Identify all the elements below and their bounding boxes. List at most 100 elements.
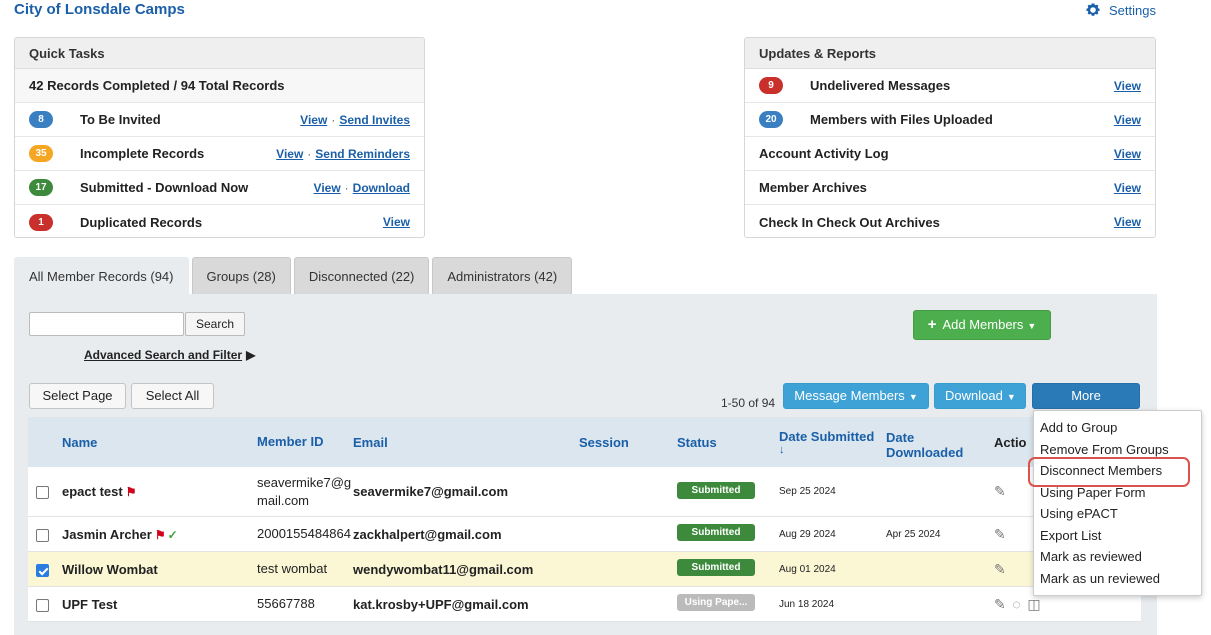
- view-link[interactable]: View: [1114, 181, 1141, 195]
- menu-item-mark-reviewed[interactable]: Mark as reviewed: [1034, 546, 1201, 568]
- column-date-downloaded[interactable]: Date Downloaded: [886, 424, 994, 460]
- row-checkbox[interactable]: [36, 528, 49, 542]
- table-row[interactable]: Jasmin Archer ⚑ ✓ 2000155484864 zackhalper…: [28, 517, 1141, 552]
- edit-icon[interactable]: ✎: [994, 526, 1009, 542]
- comment-add-icon[interactable]: ◌: [1012, 596, 1023, 612]
- task-label: Incomplete Records: [80, 146, 205, 161]
- status-badge: Submitted: [677, 559, 755, 576]
- view-link[interactable]: View: [300, 113, 327, 127]
- search-button[interactable]: Search: [185, 312, 245, 336]
- settings-link[interactable]: Settings: [1085, 2, 1156, 18]
- date-submitted: Aug 01 2024: [779, 563, 836, 575]
- gear-icon: [1086, 3, 1100, 16]
- menu-item-using-epact[interactable]: Using ePACT: [1034, 503, 1201, 525]
- quick-task-row: 8 To Be Invited View · Send Invites: [15, 103, 424, 137]
- row-checkbox[interactable]: [36, 598, 49, 612]
- count-badge: 1: [29, 213, 53, 231]
- row-checkbox[interactable]: [36, 563, 49, 577]
- view-link[interactable]: View: [383, 215, 410, 229]
- send-reminders-link[interactable]: Send Reminders: [315, 147, 410, 161]
- select-page-button[interactable]: Select Page: [29, 383, 126, 409]
- task-label: Duplicated Records: [80, 214, 203, 230]
- tab-administrators[interactable]: Administrators (42): [432, 257, 573, 295]
- column-date-submitted[interactable]: Date Submitted ↓: [779, 429, 886, 456]
- member-name[interactable]: epact test: [62, 484, 123, 499]
- menu-item-export-list[interactable]: Export List: [1034, 525, 1201, 547]
- highlight-box: [1028, 457, 1190, 487]
- check-circle-icon: ✓: [167, 527, 178, 542]
- update-row: Check In Check Out Archives View: [745, 205, 1155, 237]
- quick-tasks-title: Quick Tasks: [15, 38, 424, 69]
- site-title[interactable]: City of Lonsdale Camps: [14, 1, 185, 18]
- view-link[interactable]: View: [314, 181, 341, 195]
- more-actions-button[interactable]: More Actions▼: [1032, 383, 1140, 427]
- column-name[interactable]: Name: [62, 435, 257, 450]
- quick-task-row: 17 Submitted - Download Now View · Downloa…: [15, 171, 424, 205]
- caret-down-icon: ▼: [1027, 321, 1037, 331]
- flag-icon: ⚑: [154, 527, 166, 542]
- date-submitted: Sep 25 2024: [779, 486, 836, 497]
- table-row[interactable]: Willow Wombat test wombat wendywombat11@…: [28, 552, 1141, 587]
- count-badge: 20: [759, 111, 783, 128]
- view-link[interactable]: View: [1114, 113, 1141, 127]
- column-email[interactable]: Email: [353, 435, 579, 450]
- status-badge: Using Pape...: [677, 594, 755, 611]
- update-label: Member Archives: [759, 180, 867, 195]
- table-header: Name Member ID Email Session Status Date…: [28, 417, 1141, 467]
- task-label: Submitted - Download Now: [80, 180, 249, 195]
- column-session[interactable]: Session: [579, 435, 677, 450]
- column-member-id[interactable]: Member ID: [257, 433, 353, 451]
- select-all-button[interactable]: Select All: [131, 383, 214, 409]
- arrow-down-icon: ↓: [779, 443, 785, 456]
- member-tabs: All Member Records (94) Groups (28) Disc…: [14, 257, 573, 295]
- tab-all-member-records[interactable]: All Member Records (94): [14, 257, 189, 295]
- message-members-button[interactable]: Message Members ▼: [783, 383, 929, 409]
- file-add-icon[interactable]: ◫: [1027, 596, 1043, 612]
- task-label: To Be Invited: [80, 112, 161, 127]
- menu-item-add-to-group[interactable]: Add to Group: [1034, 417, 1201, 439]
- status-badge: Submitted: [677, 524, 755, 541]
- menu-item-mark-unreviewed[interactable]: Mark as un reviewed: [1034, 568, 1201, 590]
- download-link[interactable]: Download: [353, 181, 410, 195]
- table-row[interactable]: epact test ⚑ seavermike7@g mail.com seaver…: [28, 467, 1141, 517]
- member-name[interactable]: UPF Test: [62, 597, 117, 612]
- tab-groups[interactable]: Groups (28): [191, 257, 291, 295]
- plus-icon: +: [927, 316, 937, 333]
- settings-label: Settings: [1109, 2, 1156, 18]
- member-email: kat.krosby+UPF@gmail.com: [353, 596, 529, 612]
- view-link[interactable]: View: [1114, 79, 1141, 93]
- tab-disconnected[interactable]: Disconnected (22): [293, 257, 430, 295]
- table-row[interactable]: UPF Test 55667788 kat.krosby+UPF@gmail.c…: [28, 587, 1141, 622]
- record-count: 1-50 of 94: [721, 396, 776, 410]
- member-id: 2000155484864: [257, 526, 351, 541]
- member-email: wendywombat11@gmail.com: [353, 561, 534, 577]
- member-email: zackhalpert@gmail.com: [353, 526, 502, 542]
- search-input[interactable]: [29, 312, 184, 336]
- members-table: Name Member ID Email Session Status Date…: [28, 417, 1141, 622]
- view-link[interactable]: View: [1114, 147, 1141, 161]
- download-button[interactable]: Download ▼: [934, 383, 1026, 409]
- more-actions-menu: Add to Group Remove From Groups Disconne…: [1033, 410, 1202, 596]
- edit-icon[interactable]: ✎: [994, 596, 1009, 612]
- updates-reports-panel: Updates & Reports 9 Undelivered Messages…: [744, 37, 1156, 238]
- add-members-button[interactable]: + Add Members ▼: [913, 310, 1051, 340]
- edit-icon[interactable]: ✎: [994, 483, 1009, 499]
- row-checkbox[interactable]: [36, 486, 49, 500]
- count-badge: 35: [29, 145, 53, 162]
- view-link[interactable]: View: [1114, 215, 1141, 229]
- edit-icon[interactable]: ✎: [994, 561, 1009, 577]
- update-row: 9 Undelivered Messages View: [745, 69, 1155, 103]
- member-id: seavermike7@g mail.com: [257, 474, 352, 508]
- member-id: test wombat: [257, 561, 328, 576]
- member-id: 55667788: [257, 596, 315, 611]
- flag-icon: ⚑: [125, 485, 137, 499]
- status-badge: Submitted: [677, 481, 755, 499]
- caret-down-icon: ▼: [908, 392, 918, 402]
- send-invites-link[interactable]: Send Invites: [339, 113, 410, 127]
- member-name[interactable]: Willow Wombat: [62, 562, 158, 577]
- advanced-search-link[interactable]: Advanced Search and Filter ▶: [84, 348, 255, 362]
- quick-task-row: 35 Incomplete Records View · Send Reminder…: [15, 137, 424, 171]
- member-name[interactable]: Jasmin Archer: [62, 527, 152, 542]
- view-link[interactable]: View: [276, 147, 303, 161]
- column-status[interactable]: Status: [677, 435, 779, 450]
